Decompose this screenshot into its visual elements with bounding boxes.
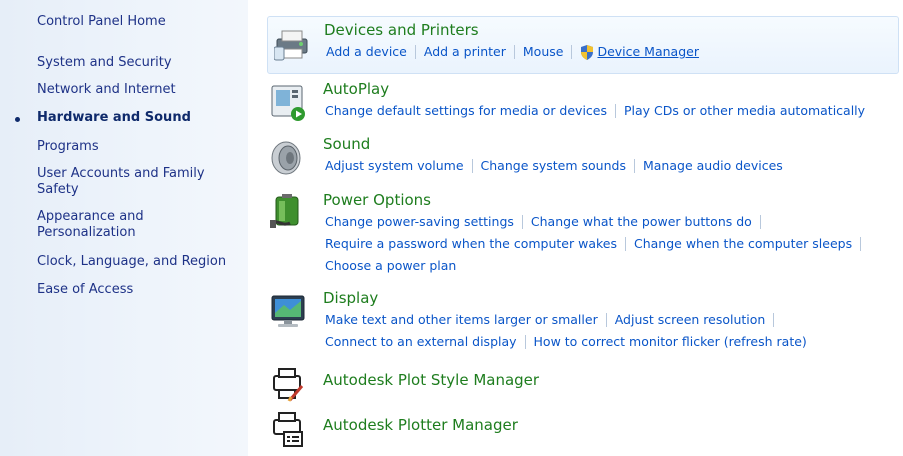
separator	[633, 159, 635, 173]
speaker-icon[interactable]	[270, 139, 308, 177]
sidebar-item-system-security[interactable]: System and Security	[37, 55, 242, 71]
choose-power-plan-link[interactable]: Choose a power plan	[325, 256, 456, 276]
monitor-flicker-link[interactable]: How to correct monitor flicker (refresh …	[534, 332, 807, 352]
sidebar: Control Panel Home System and Security N…	[0, 0, 248, 456]
sidebar-item-clock-language[interactable]: Clock, Language, and Region	[37, 254, 242, 270]
monitor-icon[interactable]	[270, 293, 308, 331]
separator	[624, 237, 626, 251]
category-display: Display Make text and other items larger…	[262, 289, 897, 353]
sidebar-item-appearance[interactable]: Appearance and Personalization	[37, 209, 242, 241]
sidebar-item-user-accounts[interactable]: User Accounts and Family Safety	[37, 166, 242, 198]
autoplay-title[interactable]: AutoPlay	[323, 80, 389, 99]
devices-printers-title[interactable]: Devices and Printers	[324, 21, 479, 40]
autoplay-icon[interactable]	[270, 84, 308, 122]
power-buttons-link[interactable]: Change what the power buttons do	[531, 212, 752, 232]
sidebar-item-programs[interactable]: Programs	[37, 139, 242, 155]
change-sleep-link[interactable]: Change when the computer sleeps	[634, 234, 852, 254]
change-default-settings-link[interactable]: Change default settings for media or dev…	[325, 101, 607, 121]
adjust-resolution-link[interactable]: Adjust screen resolution	[615, 310, 766, 330]
battery-plug-icon[interactable]	[270, 193, 308, 231]
add-printer-link[interactable]: Add a printer	[424, 42, 506, 62]
sidebar-item-hardware-sound[interactable]: Hardware and Sound	[37, 110, 242, 126]
separator	[860, 237, 862, 251]
current-item-bullet	[15, 117, 20, 122]
device-manager-link[interactable]: Device Manager	[597, 42, 699, 62]
main-content: Devices and Printers Add a device Add a p…	[262, 0, 903, 456]
require-password-link[interactable]: Require a password when the computer wak…	[325, 234, 617, 254]
devices-printers-icon[interactable]	[274, 25, 312, 63]
make-text-larger-link[interactable]: Make text and other items larger or smal…	[325, 310, 598, 330]
add-device-link[interactable]: Add a device	[326, 42, 407, 62]
change-sounds-link[interactable]: Change system sounds	[481, 156, 626, 176]
display-title[interactable]: Display	[323, 289, 378, 308]
separator	[615, 104, 617, 118]
category-plotter-manager: Autodesk Plotter Manager	[262, 408, 897, 448]
play-cds-link[interactable]: Play CDs or other media automatically	[624, 101, 865, 121]
sidebar-item-ease-of-access[interactable]: Ease of Access	[37, 282, 242, 298]
change-power-saving-link[interactable]: Change power-saving settings	[325, 212, 514, 232]
plot-style-icon[interactable]	[270, 366, 308, 404]
uac-shield-icon	[581, 44, 594, 60]
category-plot-style-manager: Autodesk Plot Style Manager	[262, 366, 897, 402]
separator	[471, 159, 473, 173]
separator	[521, 215, 523, 229]
category-devices-printers: Devices and Printers Add a device Add a p…	[267, 16, 899, 74]
plot-style-manager-title[interactable]: Autodesk Plot Style Manager	[323, 371, 539, 390]
category-sound: Sound Adjust system volume Change system …	[262, 135, 897, 179]
sidebar-item-network-internet[interactable]: Network and Internet	[37, 82, 242, 98]
plotter-manager-title[interactable]: Autodesk Plotter Manager	[323, 416, 518, 435]
separator	[773, 313, 775, 327]
plotter-icon[interactable]	[270, 410, 308, 448]
mouse-link[interactable]: Mouse	[523, 42, 564, 62]
separator	[414, 45, 416, 59]
separator	[605, 313, 607, 327]
manage-audio-link[interactable]: Manage audio devices	[643, 156, 783, 176]
sidebar-item-control-panel-home[interactable]: Control Panel Home	[37, 14, 242, 30]
sound-title[interactable]: Sound	[323, 135, 370, 154]
separator	[524, 335, 526, 349]
power-options-title[interactable]: Power Options	[323, 191, 431, 210]
connect-external-display-link[interactable]: Connect to an external display	[325, 332, 517, 352]
separator	[513, 45, 515, 59]
category-autoplay: AutoPlay Change default settings for med…	[262, 80, 897, 124]
separator	[571, 45, 573, 59]
category-power-options: Power Options Change power-saving settin…	[262, 191, 897, 279]
adjust-volume-link[interactable]: Adjust system volume	[325, 156, 464, 176]
separator	[759, 215, 761, 229]
